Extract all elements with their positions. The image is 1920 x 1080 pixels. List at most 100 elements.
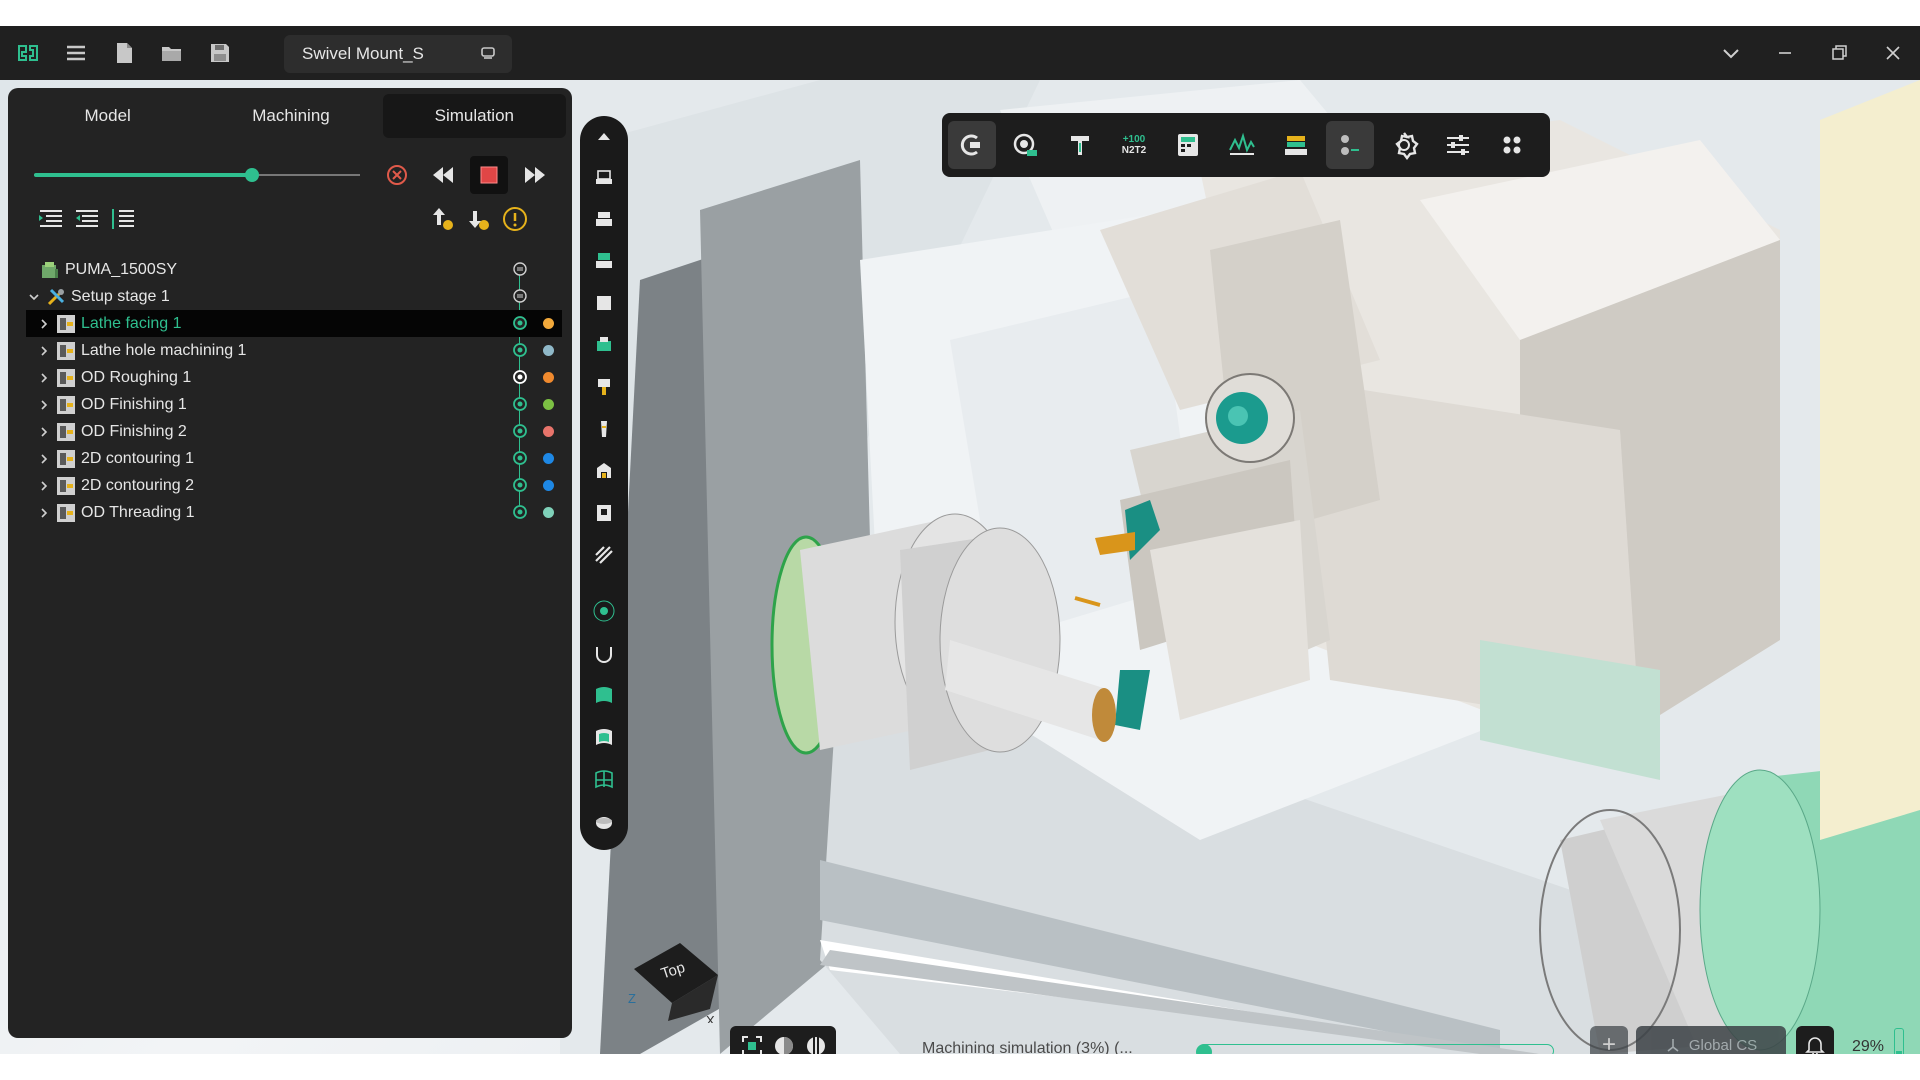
operations-tree: PUMA_1500SY Setup stage 1 Lathe facing 1… [26,256,562,526]
tree-node-setup[interactable]: Setup stage 1 [26,283,562,310]
chevron-down-icon[interactable] [1704,26,1758,80]
chevron-right-icon[interactable] [36,424,52,440]
tree-node-operation[interactable]: OD Roughing 1 [26,364,562,391]
new-file-icon[interactable] [100,29,148,77]
chevron-right-icon[interactable] [36,316,52,332]
view-stock-icon[interactable] [589,246,619,276]
visibility-toggle-icon[interactable] [513,289,527,303]
collision-check-button[interactable] [948,121,996,169]
tree-node-operation[interactable]: OD Finishing 2 [26,418,562,445]
move-up-warning-icon[interactable] [426,202,460,236]
playback-slider-thumb[interactable] [245,168,260,182]
visibility-toggle-icon[interactable] [513,262,527,276]
hamburger-menu-icon[interactable] [52,29,100,77]
toggle-icon[interactable] [513,505,527,519]
toggle-icon[interactable] [513,478,527,492]
fit-view-icon[interactable] [740,1034,764,1054]
view-fixture-icon[interactable] [589,456,619,486]
collapse-all-icon[interactable] [70,202,104,236]
coordinate-system-select[interactable]: Global CS [1636,1026,1786,1054]
operations-list: Lathe facing 1 Lathe hole machining 1 OD R… [26,310,562,526]
show-shaded-icon[interactable] [589,722,619,752]
view-back-icon[interactable] [589,204,619,234]
chevron-down-icon[interactable] [26,289,42,305]
show-model-icon[interactable] [589,808,619,838]
expand-all-icon[interactable] [34,202,68,236]
tree-node-operation[interactable]: OD Finishing 1 [26,391,562,418]
app-logo-icon[interactable] [4,29,52,77]
document-tab[interactable]: Swivel Mount_S [284,35,512,73]
close-icon[interactable] [1866,26,1920,80]
stop-button[interactable] [470,156,508,194]
show-wireframe-icon[interactable] [589,764,619,794]
view-hatch-icon[interactable] [589,540,619,570]
toggle-icon[interactable] [513,370,527,384]
tab-machining[interactable]: Machining [199,94,382,138]
simulation-toolbar: +100 N2T2 [942,113,1550,177]
chevron-right-icon[interactable] [36,451,52,467]
feed-chart-button[interactable] [1218,121,1266,169]
chevron-right-icon[interactable] [36,397,52,413]
move-down-warning-icon[interactable] [462,202,496,236]
scroll-up-icon[interactable] [589,122,619,152]
chevron-right-icon[interactable] [36,370,52,386]
shading-sphere-icon[interactable] [772,1034,796,1054]
machine-panel-button[interactable] [1164,121,1212,169]
simulation-progress-track[interactable] [1198,1044,1554,1054]
rewind-icon[interactable] [426,158,460,192]
section-view-icon[interactable] [804,1034,828,1054]
playback-slider-fill [34,173,253,177]
view-solid-icon[interactable] [589,288,619,318]
view-machine-icon[interactable] [589,498,619,528]
toggle-icon[interactable] [513,343,527,357]
tree-node-operation[interactable]: OD Threading 1 [26,499,562,526]
warning-icon[interactable] [498,202,532,236]
operations-panel: Model Machining Simulation PUMA_1500SY S… [8,88,572,1038]
options-sliders-button[interactable] [1434,121,1482,169]
settings-gear-button[interactable] [1380,121,1428,169]
tree-node-operation[interactable]: Lathe facing 1 [26,310,562,337]
operation-icon [55,421,77,443]
tab-model[interactable]: Model [16,94,199,138]
chevron-right-icon[interactable] [36,343,52,359]
stock-view-button[interactable] [1002,121,1050,169]
view-cube[interactable]: Top Z X [628,931,720,1023]
notifications-button[interactable] [1796,1026,1834,1054]
nc-label-button[interactable]: +100 N2T2 [1110,121,1158,169]
zoom-slider[interactable] [1894,1028,1904,1054]
add-button[interactable]: + [1590,1026,1628,1054]
minimize-icon[interactable] [1758,26,1812,80]
tree-node-operation[interactable]: Lathe hole machining 1 [26,337,562,364]
toggle-icon[interactable] [513,316,527,330]
save-icon[interactable] [196,29,244,77]
show-toolpath-icon[interactable] [589,638,619,668]
machine-icon [39,259,61,281]
toggle-icon[interactable] [513,397,527,411]
tree-node-operation[interactable]: 2D contouring 2 [26,472,562,499]
node-view-button[interactable] [1326,121,1374,169]
cancel-icon[interactable] [380,158,414,192]
restore-icon[interactable] [1812,26,1866,80]
tab-simulation[interactable]: Simulation [382,94,566,138]
tab-menu-icon[interactable] [480,46,496,60]
show-surface-icon[interactable] [589,680,619,710]
tool-view-button[interactable] [1056,121,1104,169]
more-apps-button[interactable] [1488,121,1536,169]
chevron-right-icon[interactable] [36,505,52,521]
numbered-list-icon[interactable] [106,202,140,236]
view-tool-icon[interactable] [589,372,619,402]
toggle-icon[interactable] [513,424,527,438]
view-front-icon[interactable] [589,162,619,192]
layers-button[interactable] [1272,121,1320,169]
show-points-icon[interactable] [589,596,619,626]
tree-node-machine[interactable]: PUMA_1500SY [26,256,562,283]
chevron-right-icon[interactable] [36,478,52,494]
open-folder-icon[interactable] [148,29,196,77]
simulation-progress-thumb[interactable] [1196,1044,1212,1054]
view-holder-icon[interactable] [589,414,619,444]
toggle-icon[interactable] [513,451,527,465]
view-part-icon[interactable] [589,330,619,360]
fast-forward-icon[interactable] [518,158,552,192]
status-color-dot [543,318,554,329]
tree-node-operation[interactable]: 2D contouring 1 [26,445,562,472]
